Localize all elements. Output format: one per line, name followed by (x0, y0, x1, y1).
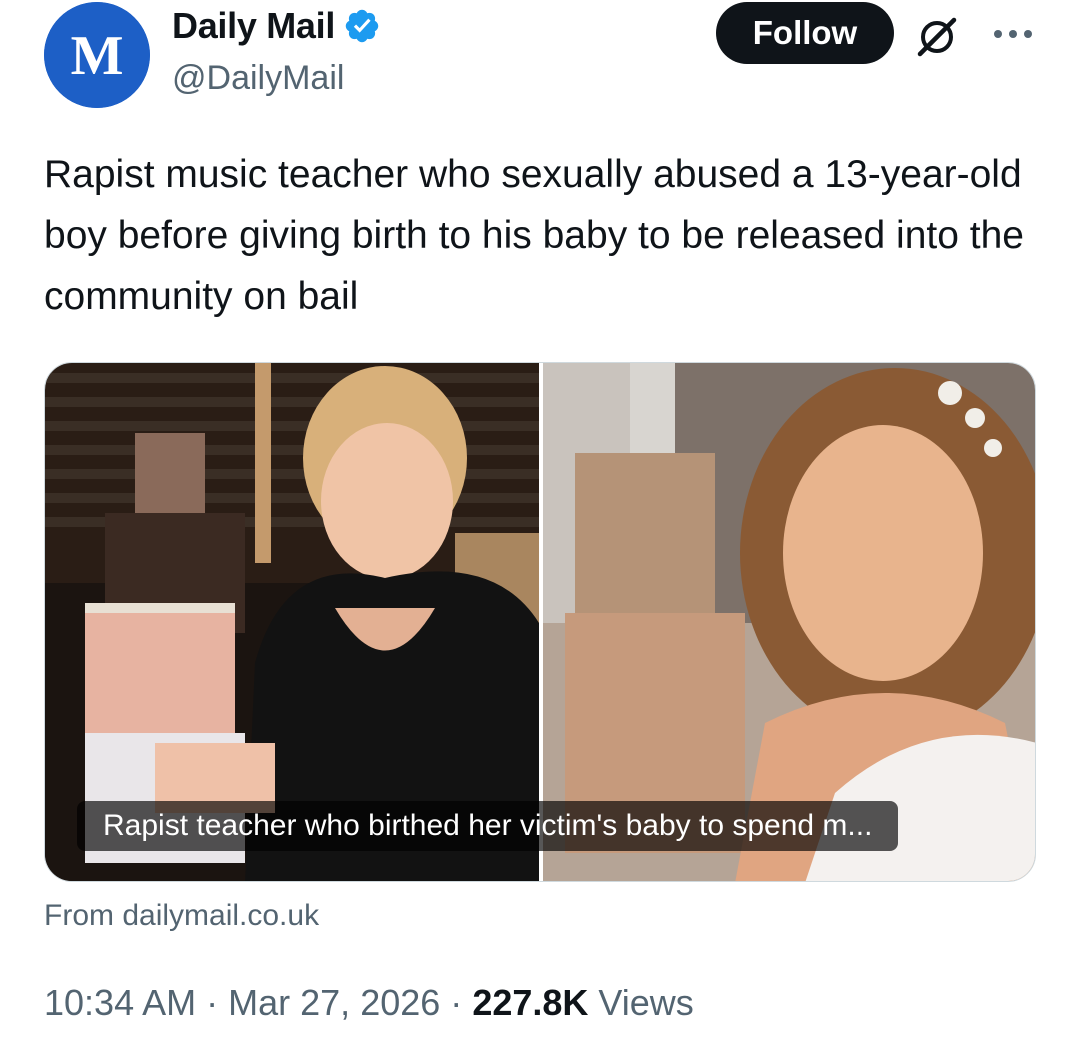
views-count: 227.8K (472, 982, 589, 1023)
tweet-date[interactable]: Mar 27, 2026 (228, 982, 440, 1023)
author-name[interactable]: Daily Mail (172, 4, 381, 48)
views-label: Views (598, 982, 694, 1023)
tweet-text: Rapist music teacher who sexually abused… (44, 153, 1024, 318)
verified-badge-icon (343, 7, 381, 45)
follow-button[interactable]: Follow (716, 2, 894, 64)
media-caption: Rapist teacher who birthed her victim's … (77, 801, 899, 851)
daily-mail-logo: M (44, 2, 150, 108)
meta-separator: · (450, 982, 463, 1023)
more-icon[interactable] (990, 22, 1036, 46)
avatar[interactable]: M (44, 2, 150, 108)
media-card[interactable]: Rapist teacher who birthed her victim's … (44, 362, 1036, 882)
avatar-letter: M (71, 25, 124, 87)
tweet-meta: 10:34 AM · Mar 27, 2026 · 227.8K Views (44, 980, 694, 1026)
link-source[interactable]: From dailymail.co.uk (44, 896, 319, 936)
tweet-time[interactable]: 10:34 AM (44, 982, 196, 1023)
author-handle[interactable]: @DailyMail (172, 56, 344, 100)
grok-icon[interactable] (914, 14, 960, 60)
author-display-name: Daily Mail (172, 5, 336, 46)
meta-separator: · (206, 982, 219, 1023)
